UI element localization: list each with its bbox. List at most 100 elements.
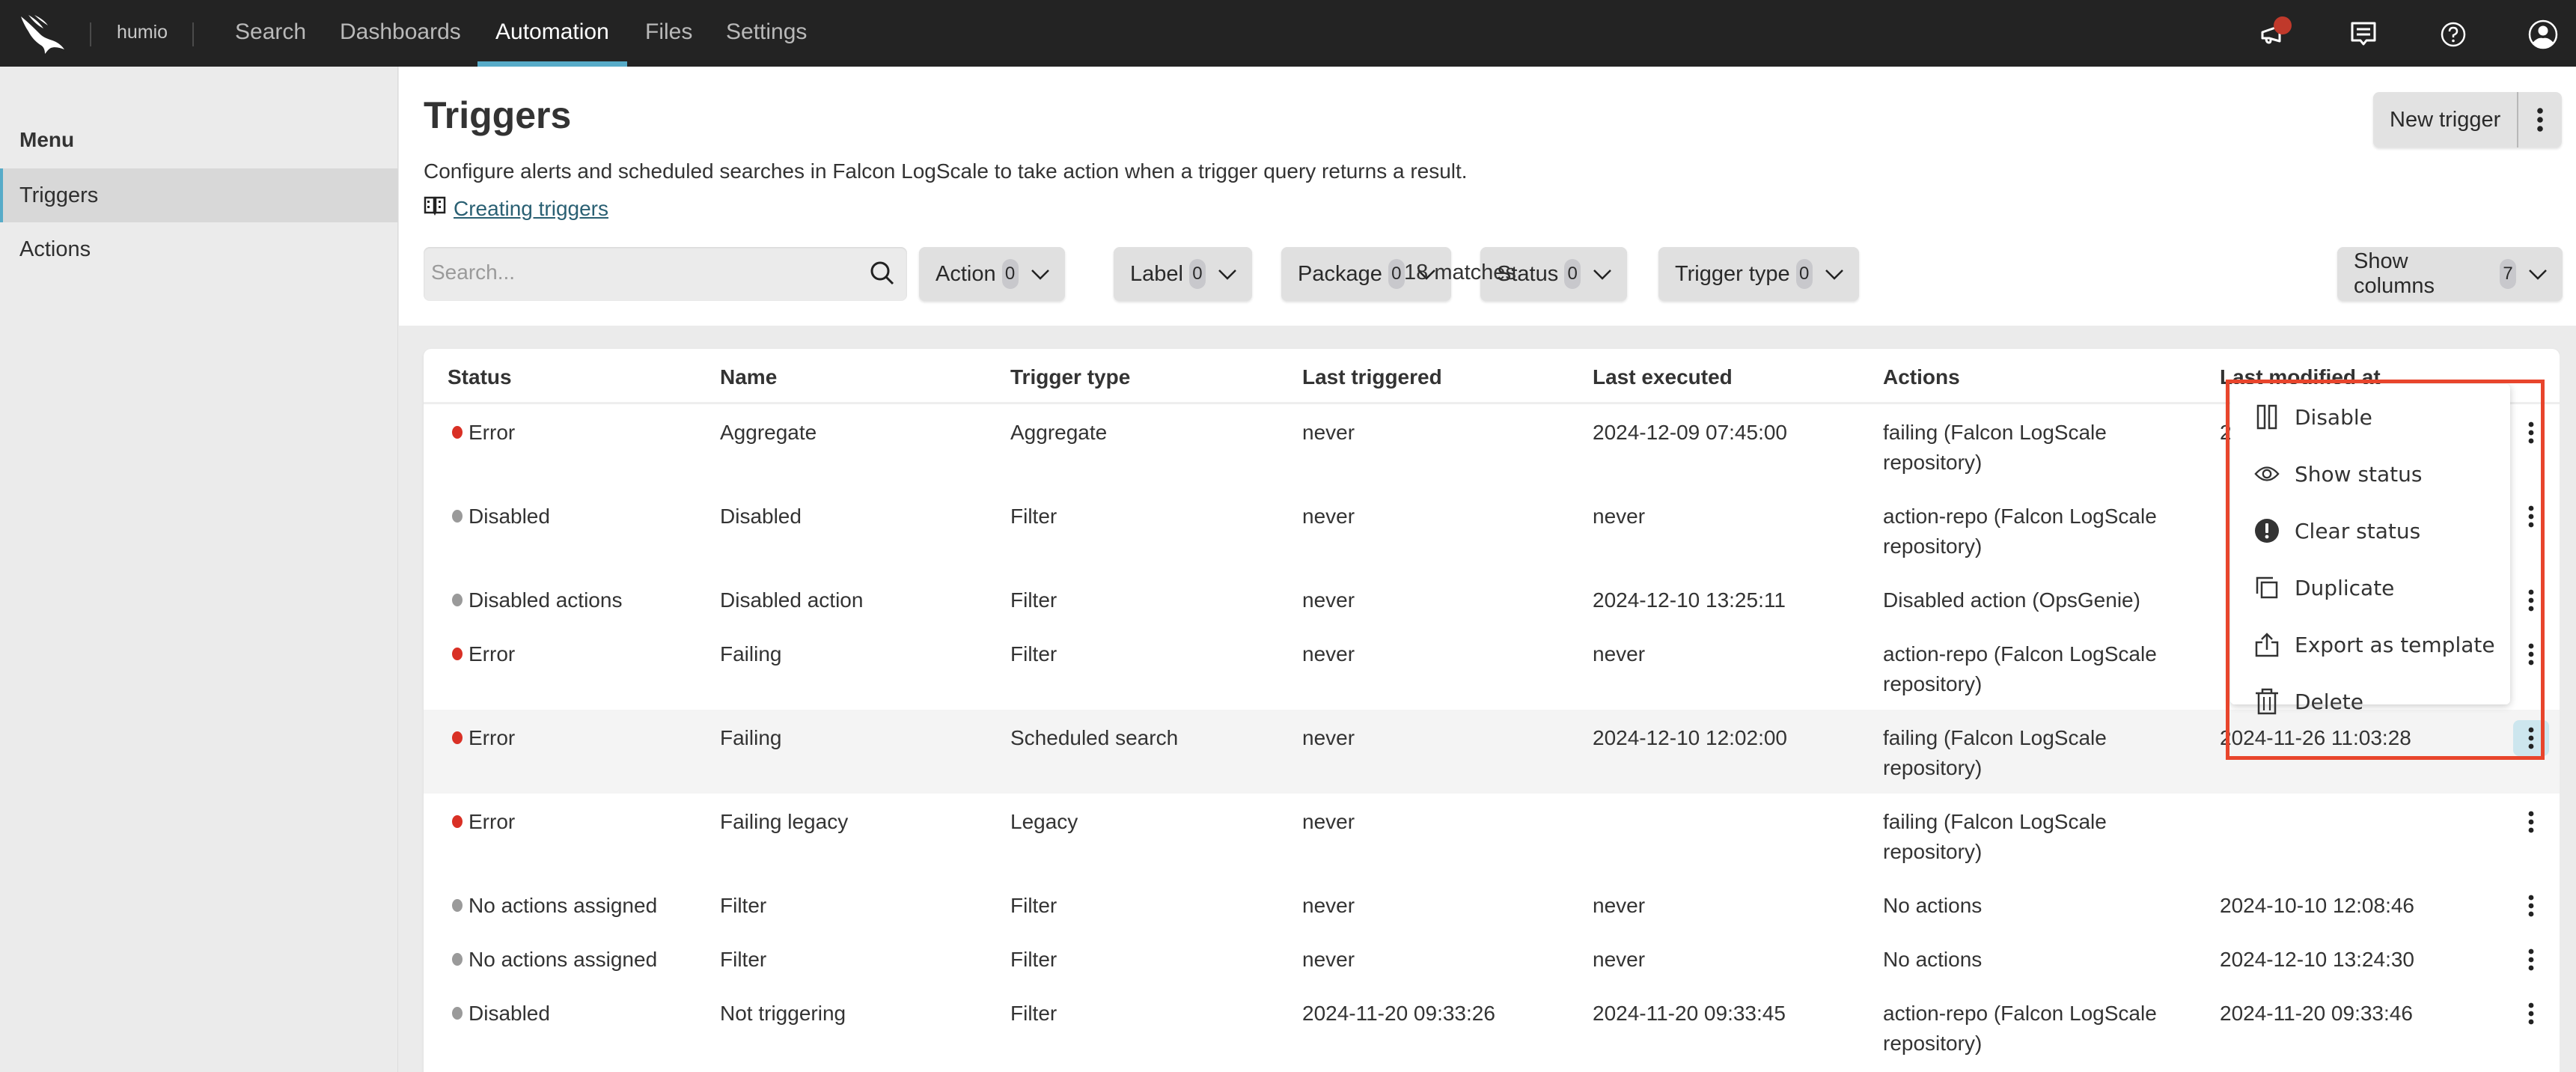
- action-text-line: No actions: [1883, 948, 1983, 971]
- documentation-book-icon: [424, 195, 446, 222]
- last-modified-cell: 2024-12-10 13:24:30: [2220, 948, 2414, 971]
- name-cell[interactable]: Failing: [720, 723, 781, 753]
- show-columns-button[interactable]: Show columns 7: [2337, 247, 2563, 301]
- filter-label-button[interactable]: Label 0: [1114, 247, 1252, 301]
- last-triggered-cell: never: [1302, 726, 1355, 749]
- row-menu-button[interactable]: [2513, 804, 2549, 840]
- org-name[interactable]: humio: [117, 22, 168, 43]
- status-indicator-dot: [452, 815, 463, 828]
- last-triggered-cell: never: [1302, 505, 1355, 528]
- last-executed-cell: never: [1593, 505, 1646, 528]
- row-menu-button[interactable]: [2513, 582, 2549, 618]
- user-account-icon[interactable]: [2527, 18, 2560, 51]
- filter-count-badge: 0: [1188, 259, 1206, 289]
- last-triggered-cell: never: [1302, 642, 1355, 666]
- falcon-logo-icon[interactable]: [18, 15, 69, 54]
- status-indicator-dot: [452, 953, 463, 966]
- column-header-status[interactable]: Status: [448, 365, 512, 389]
- name-cell[interactable]: Filter: [720, 945, 766, 975]
- trigger-type-cell: Filter: [1010, 1002, 1057, 1025]
- search-icon[interactable]: [868, 259, 897, 291]
- sidebar-item-actions[interactable]: Actions: [0, 222, 398, 276]
- export-icon: [2254, 632, 2280, 657]
- chevron-down-icon: [1218, 262, 1237, 287]
- filter-action-button[interactable]: Action 0: [919, 247, 1065, 301]
- status-indicator-dot: [452, 731, 463, 744]
- menu-item-export-as-template[interactable]: Export as template: [2230, 616, 2510, 673]
- search-input[interactable]: [431, 261, 850, 284]
- nav-files[interactable]: Files: [645, 19, 692, 45]
- menu-item-clear-status[interactable]: Clear status: [2230, 502, 2510, 559]
- nav-settings[interactable]: Settings: [726, 19, 807, 45]
- status-cell: Error: [452, 723, 515, 753]
- menu-item-disable[interactable]: Disable: [2230, 389, 2510, 445]
- table-row[interactable]: Error Failing legacy Legacy never failing (F…: [424, 794, 2560, 877]
- creating-triggers-link-text[interactable]: Creating triggers: [454, 197, 608, 221]
- page-description: Configure alerts and scheduled searches …: [424, 159, 1468, 183]
- page-scrollbar-track[interactable]: [2560, 349, 2576, 1072]
- menu-item-show-status[interactable]: Show status: [2230, 445, 2510, 502]
- action-text-line: repository): [1883, 672, 1983, 695]
- sidebar-item-triggers[interactable]: Triggers: [0, 168, 398, 222]
- nav-search[interactable]: Search: [235, 19, 306, 45]
- menu-item-label: Clear status: [2295, 518, 2421, 543]
- row-menu-button[interactable]: [2513, 636, 2549, 672]
- trigger-type-cell: Aggregate: [1010, 421, 1108, 444]
- row-menu-button[interactable]: [2513, 996, 2549, 1032]
- row-menu-button[interactable]: [2513, 720, 2549, 756]
- row-menu-button[interactable]: [2513, 415, 2549, 451]
- menu-item-delete[interactable]: Delete: [2230, 673, 2510, 730]
- top-navbar: humio Search Dashboards Automation Files…: [0, 0, 2576, 67]
- table-row[interactable]: No actions assigned Filter Filter never neve…: [424, 931, 2560, 985]
- name-cell[interactable]: Disabled action: [720, 585, 863, 615]
- kebab-icon: [2528, 948, 2534, 971]
- actions-cell: Disabled action (OpsGenie): [1883, 585, 2140, 615]
- chevron-down-icon: [1031, 262, 1050, 287]
- show-columns-label: Show columns: [2354, 249, 2435, 298]
- creating-triggers-link[interactable]: Creating triggers: [424, 195, 608, 222]
- sidebar: Menu Triggers Actions: [0, 67, 398, 1072]
- column-header-last-triggered[interactable]: Last triggered: [1302, 365, 1442, 389]
- new-trigger-more-button[interactable]: [2518, 92, 2562, 147]
- status-text: Error: [468, 421, 516, 444]
- row-menu-button[interactable]: [2513, 499, 2549, 535]
- status-text: Disabled: [468, 505, 550, 528]
- column-header-trigger-type[interactable]: Trigger type: [1010, 365, 1130, 389]
- kebab-icon: [2528, 589, 2534, 612]
- status-indicator-dot: [452, 594, 463, 606]
- name-cell[interactable]: Disabled: [720, 502, 802, 532]
- feedback-icon[interactable]: [2347, 18, 2380, 51]
- help-icon[interactable]: [2437, 18, 2470, 51]
- last-executed-cell: 2024-12-10 12:02:00: [1593, 726, 1787, 749]
- name-cell[interactable]: Failing legacy: [720, 807, 848, 837]
- action-text-line: failing (Falcon LogScale: [1883, 726, 2107, 749]
- name-cell[interactable]: Filter: [720, 891, 766, 921]
- column-header-name[interactable]: Name: [720, 365, 777, 389]
- menu-item-label: Export as template: [2295, 632, 2495, 657]
- status-text: No actions assigned: [468, 948, 658, 971]
- actions-cell: failing (Falcon LogScale repository): [1883, 807, 2107, 867]
- table-row[interactable]: No actions assigned Filter Filter never neve…: [424, 877, 2560, 931]
- kebab-icon: [2528, 421, 2534, 444]
- row-menu-button[interactable]: [2513, 942, 2549, 978]
- kebab-icon: [2528, 1002, 2534, 1025]
- filter-trigger-type-button[interactable]: Trigger type 0: [1658, 247, 1859, 301]
- column-header-actions[interactable]: Actions: [1883, 365, 1960, 389]
- action-text-line: repository): [1883, 451, 1983, 474]
- new-trigger-button[interactable]: New trigger: [2373, 92, 2519, 147]
- nav-dashboards[interactable]: Dashboards: [340, 19, 461, 45]
- actions-cell: action-repo (Falcon LogScale repository): [1883, 502, 2157, 561]
- menu-item-duplicate[interactable]: Duplicate: [2230, 559, 2510, 616]
- nav-divider: [90, 22, 91, 46]
- nav-automation[interactable]: Automation: [495, 19, 609, 45]
- name-cell[interactable]: Not triggering: [720, 999, 846, 1029]
- menu-item-label: Delete: [2295, 689, 2363, 714]
- name-cell[interactable]: Aggregate: [720, 418, 817, 448]
- table-row[interactable]: Disabled Not triggering Filter 2024-11-20 0…: [424, 985, 2560, 1069]
- row-menu-button[interactable]: [2513, 888, 2549, 924]
- actions-cell: failing (Falcon LogScale repository): [1883, 723, 2107, 783]
- chevron-down-icon: [2528, 262, 2548, 287]
- name-cell[interactable]: Failing: [720, 639, 781, 669]
- column-header-last-executed[interactable]: Last executed: [1593, 365, 1733, 389]
- kebab-icon: [2528, 643, 2534, 666]
